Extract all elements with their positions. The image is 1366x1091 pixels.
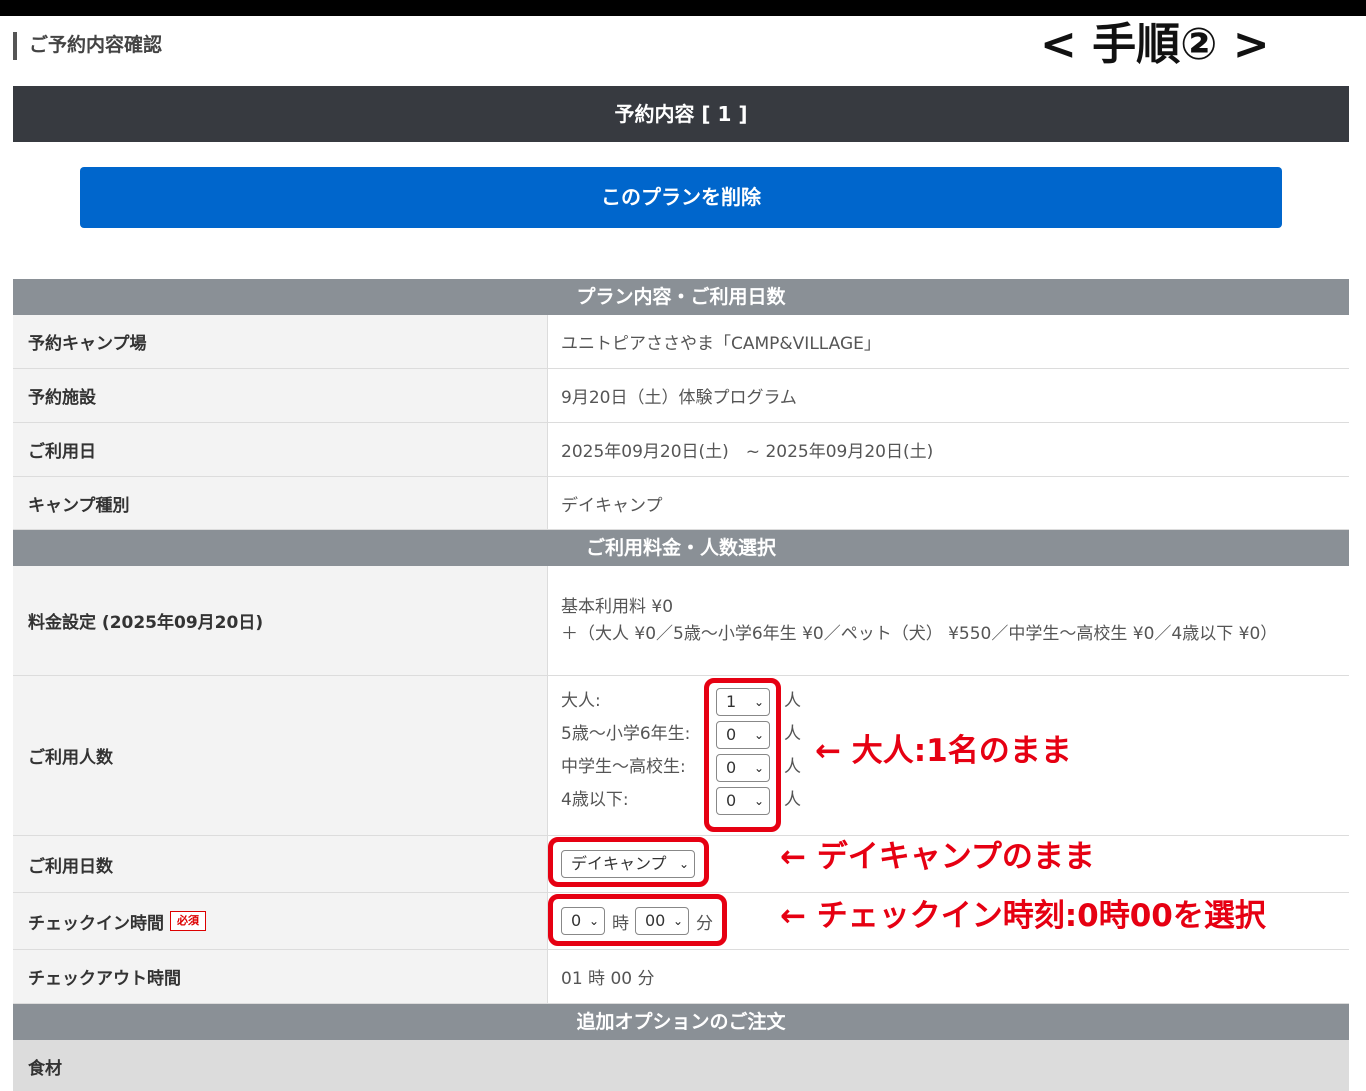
price-line-base: 基本利用料 ¥0 bbox=[561, 596, 674, 617]
checkin-label: チェックイン時間 必須 bbox=[13, 893, 548, 949]
price-line-detail: ＋（大人 ¥0／5歳〜小学6年生 ¥0／ペット（犬） ¥550／中学生〜高校生 … bbox=[561, 623, 1278, 644]
camp-type-label: キャンプ種別 bbox=[13, 477, 548, 529]
annotation-adult: ← 大人:1名のまま bbox=[815, 733, 1072, 769]
days-label: ご利用日数 bbox=[13, 836, 548, 892]
people-infant-label: 4歳以下: bbox=[561, 789, 629, 810]
reservation-header: 予約内容 [ 1 ] bbox=[13, 86, 1349, 142]
date-label: ご利用日 bbox=[13, 423, 548, 476]
people-adult-unit: 人 bbox=[784, 690, 801, 711]
highlight-people-selects bbox=[704, 678, 781, 832]
section-header-fees: ご利用料金・人数選択 bbox=[13, 530, 1349, 566]
annotation-days: ← デイキャンプのまま bbox=[780, 839, 1095, 875]
table-row: ご利用人数 大人: 1 ⌄ 人 5歳〜小学6年生: 0 ⌄ 人 中学生〜高校生: 0… bbox=[13, 676, 1349, 836]
campground-value: ユニトピアささやま「CAMP&VILLAGE」 bbox=[561, 334, 881, 354]
price-label: 料金設定 (2025年09月20日) bbox=[13, 566, 548, 675]
section-header-options: 追加オプションのご注文 bbox=[13, 1004, 1349, 1040]
people-student-label: 中学生〜高校生: bbox=[561, 756, 686, 777]
checkin-label-text: チェックイン時間 bbox=[28, 913, 164, 934]
people-child-label: 5歳〜小学6年生: bbox=[561, 723, 691, 744]
delete-plan-button[interactable]: このプランを削除 bbox=[80, 167, 1282, 228]
people-adult-label: 大人: bbox=[561, 690, 601, 711]
price-value: 基本利用料 ¥0 ＋（大人 ¥0／5歳〜小学6年生 ¥0／ペット（犬） ¥550… bbox=[548, 566, 1349, 675]
table-row: チェックアウト時間 01 時 00 分 bbox=[13, 950, 1349, 1004]
checkout-value: 01 時 00 分 bbox=[561, 969, 655, 989]
table-row: 予約施設 9月20日（土）体験プログラム bbox=[13, 369, 1349, 423]
table-row: キャンプ種別 デイキャンプ bbox=[13, 477, 1349, 530]
checkout-label: チェックアウト時間 bbox=[13, 950, 548, 1003]
annotation-checkin: ← チェックイン時刻:0時00を選択 bbox=[780, 898, 1266, 934]
campground-label: 予約キャンプ場 bbox=[13, 315, 548, 368]
people-infant-unit: 人 bbox=[784, 789, 801, 810]
camp-type-value: デイキャンプ bbox=[561, 495, 663, 516]
highlight-checkin-selects bbox=[548, 894, 727, 946]
food-label: 食材 bbox=[13, 1040, 1349, 1091]
step-title: < 手順② > bbox=[1040, 19, 1270, 70]
people-child-unit: 人 bbox=[784, 723, 801, 744]
people-label: ご利用人数 bbox=[13, 676, 548, 835]
highlight-days-select bbox=[548, 837, 709, 887]
table-row: ご利用日 2025年09月20日(土) ~ 2025年09月20日(土) bbox=[13, 423, 1349, 477]
table-row: 料金設定 (2025年09月20日) 基本利用料 ¥0 ＋（大人 ¥0／5歳〜小… bbox=[13, 566, 1349, 676]
required-badge: 必須 bbox=[170, 911, 206, 931]
page-title: ご予約内容確認 bbox=[13, 32, 162, 60]
date-value: 2025年09月20日(土) ~ 2025年09月20日(土) bbox=[561, 442, 934, 462]
section-header-plan: プラン内容・ご利用日数 bbox=[13, 279, 1349, 315]
table-row: 食材 bbox=[13, 1040, 1349, 1091]
reservation-table: プラン内容・ご利用日数 予約キャンプ場 ユニトピアささやま「CAMP&VILLA… bbox=[13, 279, 1349, 1091]
facility-value: 9月20日（土）体験プログラム bbox=[561, 388, 797, 408]
top-black-bar bbox=[0, 0, 1366, 16]
table-row: 予約キャンプ場 ユニトピアささやま「CAMP&VILLAGE」 bbox=[13, 315, 1349, 369]
facility-label: 予約施設 bbox=[13, 369, 548, 422]
people-student-unit: 人 bbox=[784, 756, 801, 777]
